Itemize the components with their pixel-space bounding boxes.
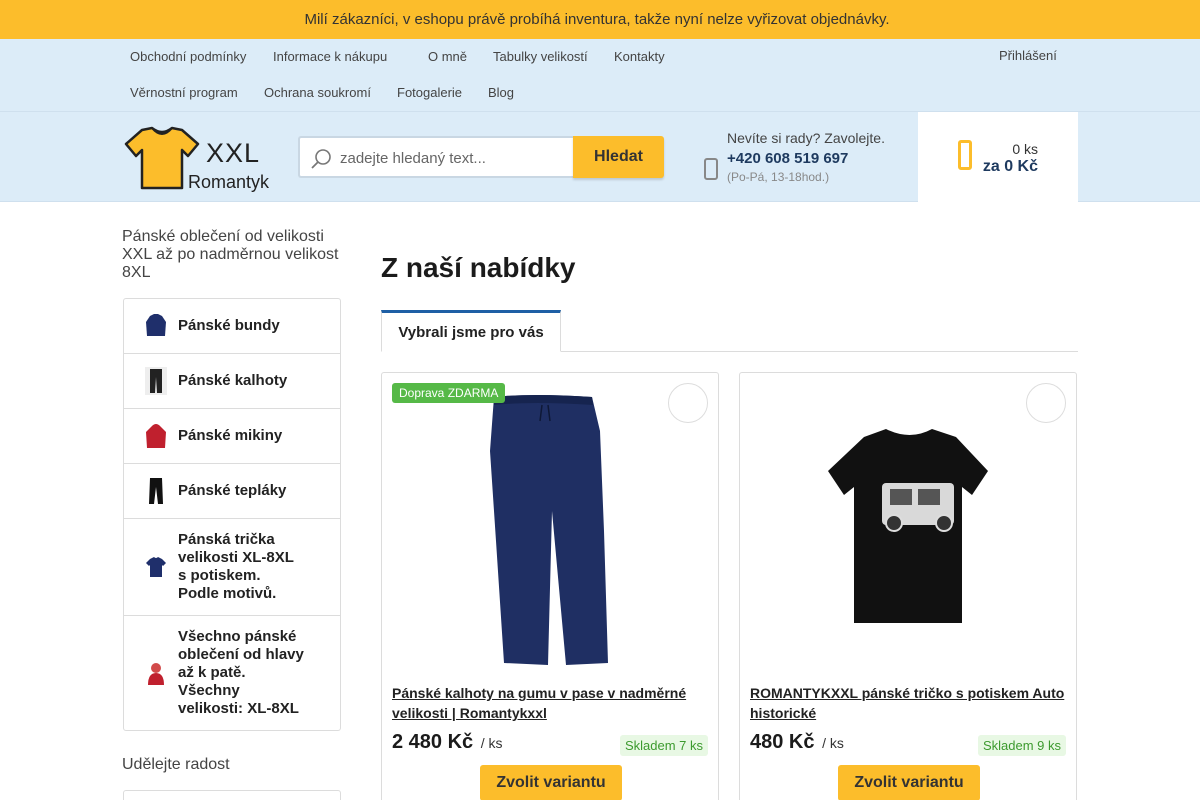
login-label: Přihlášení — [999, 48, 1057, 63]
free-shipping-badge: Doprava ZDARMA — [392, 383, 506, 403]
product-card: Doprava ZDARMA Pánské kalhoty na gumu v … — [381, 372, 719, 800]
category-item-teplaky[interactable]: Pánské tepláky — [124, 464, 340, 519]
tab-vybrali-jsme[interactable]: Vybrali jsme pro vás — [381, 310, 561, 352]
outfit-thumbnail — [148, 663, 164, 685]
search-icon — [311, 149, 331, 169]
category-label: Pánské mikiny — [178, 427, 283, 444]
announcement-bar: Milí zákazníci, v eshopu právě probíhá i… — [0, 0, 1200, 39]
login-link[interactable]: Přihlášení — [999, 48, 1057, 63]
hoodie-thumbnail — [146, 424, 166, 448]
cart-total: za 0 Kč — [982, 158, 1038, 175]
category-item-tricka[interactable]: Pánská trička velikosti XL-8XL s potiske… — [124, 519, 340, 616]
category-label: Všechno pánské oblečení od hlavy až k pa… — [178, 628, 304, 717]
product-card: ROMANTYKXXL pánské tričko s potiskem Aut… — [739, 372, 1077, 800]
search-field — [298, 136, 574, 178]
product-image-trousers[interactable] — [382, 391, 720, 669]
sidebar-intro: Pánské oblečení od velikosti XXL až po n… — [122, 228, 339, 281]
choose-variant-button[interactable]: Zvolit variantu — [480, 765, 622, 800]
product-price: 480 Kč / ks — [750, 731, 844, 754]
cart-widget[interactable]: 0 ks za 0 Kč — [918, 112, 1078, 202]
contact-question: Nevíte si rady? Zavolejte. — [727, 130, 885, 146]
product-tabs: Vybrali jsme pro vás — [381, 310, 1078, 352]
announcement-text: Milí zákazníci, v eshopu právě probíhá i… — [304, 11, 890, 28]
gift-heading: Udělejte radost — [122, 756, 230, 774]
nav-link-fotogalerie[interactable]: Fotogalerie — [397, 85, 462, 100]
logo-text-xxl: XXL — [206, 138, 261, 168]
nav-link-tabulky-velikosti[interactable]: Tabulky velikostí — [493, 49, 588, 64]
price-unit: / ks — [480, 735, 503, 751]
product-name-link[interactable]: Pánské kalhoty na gumu v pase v nadměrné… — [392, 683, 710, 723]
nav-link-blog[interactable]: Blog — [488, 85, 514, 100]
favorite-icon[interactable] — [668, 383, 708, 423]
choose-variant-button[interactable]: Zvolit variantu — [838, 765, 980, 800]
nav-link-obchodni-podminky[interactable]: Obchodní podmínky — [130, 49, 246, 64]
contact-phone[interactable]: +420 608 519 697 — [727, 150, 848, 167]
nav-link-vernostni-program[interactable]: Věrnostní program — [130, 85, 238, 100]
favorite-icon[interactable] — [1026, 383, 1066, 423]
product-image-tshirt[interactable] — [740, 391, 1078, 669]
product-name-link[interactable]: ROMANTYKXXL pánské tričko s potiskem Aut… — [750, 683, 1068, 723]
product-price: 2 480 Kč / ks — [392, 731, 503, 754]
price-value: 2 480 Kč — [392, 731, 474, 753]
category-label: Pánská trička velikosti XL-8XL s potiske… — [178, 531, 294, 602]
nav-link-kontakty[interactable]: Kontakty — [614, 49, 665, 64]
top-navigation: Obchodní podmínky Informace k nákupu O m… — [0, 39, 1200, 112]
logo-text-romantyk: Romantyk — [188, 172, 270, 192]
search-button[interactable]: Hledat — [573, 136, 664, 178]
jacket-thumbnail — [146, 314, 166, 336]
search-input[interactable] — [340, 146, 570, 170]
sweatpants-thumbnail — [149, 478, 163, 504]
trousers-thumbnail — [145, 367, 167, 395]
cart-quantity: 0 ks — [1012, 141, 1038, 157]
tshirt-thumbnail — [146, 557, 166, 577]
category-item-bundy[interactable]: Pánské bundy — [124, 299, 340, 354]
category-label: Pánské kalhoty — [178, 372, 288, 389]
category-list: Pánské bundy Pánské kalhoty Pánské mikin… — [123, 298, 341, 731]
category-item-kalhoty[interactable]: Pánské kalhoty — [124, 354, 340, 409]
contact-hours: (Po-Pá, 13-18hod.) — [727, 170, 830, 184]
contact-info: Nevíte si rady? Zavolejte. +420 608 519 … — [700, 128, 910, 188]
gift-heading-text: Udělejte radost — [122, 756, 230, 773]
category-item-vsechno[interactable]: Všechno pánské oblečení od hlavy až k pa… — [124, 616, 340, 730]
gift-box — [123, 790, 341, 800]
site-header: XXL Romantyk Hledat Nevíte si rady? Zavo… — [0, 112, 1200, 202]
nav-link-ochrana-soukromi[interactable]: Ochrana soukromí — [264, 85, 371, 100]
nav-link-label: Informace k nákupu — [273, 49, 388, 64]
price-value: 480 Kč — [750, 731, 815, 753]
nav-link-o-mne[interactable]: O mně — [428, 49, 467, 64]
search-form: Hledat — [298, 136, 664, 178]
category-item-mikiny[interactable]: Pánské mikiny — [124, 409, 340, 464]
category-label: Pánské bundy — [178, 317, 280, 334]
cart-icon — [958, 140, 972, 170]
stock-badge: Skladem 9 ks — [977, 735, 1066, 756]
stock-badge: Skladem 7 ks — [619, 735, 708, 756]
phone-icon — [704, 158, 718, 180]
nav-link-informace-k-nakupu[interactable]: Informace k nákupu — [273, 49, 393, 64]
logo[interactable]: XXL Romantyk — [122, 126, 272, 192]
page-title: Z naší nabídky — [381, 252, 576, 283]
category-label: Pánské tepláky — [178, 482, 287, 499]
price-unit: / ks — [822, 735, 844, 751]
